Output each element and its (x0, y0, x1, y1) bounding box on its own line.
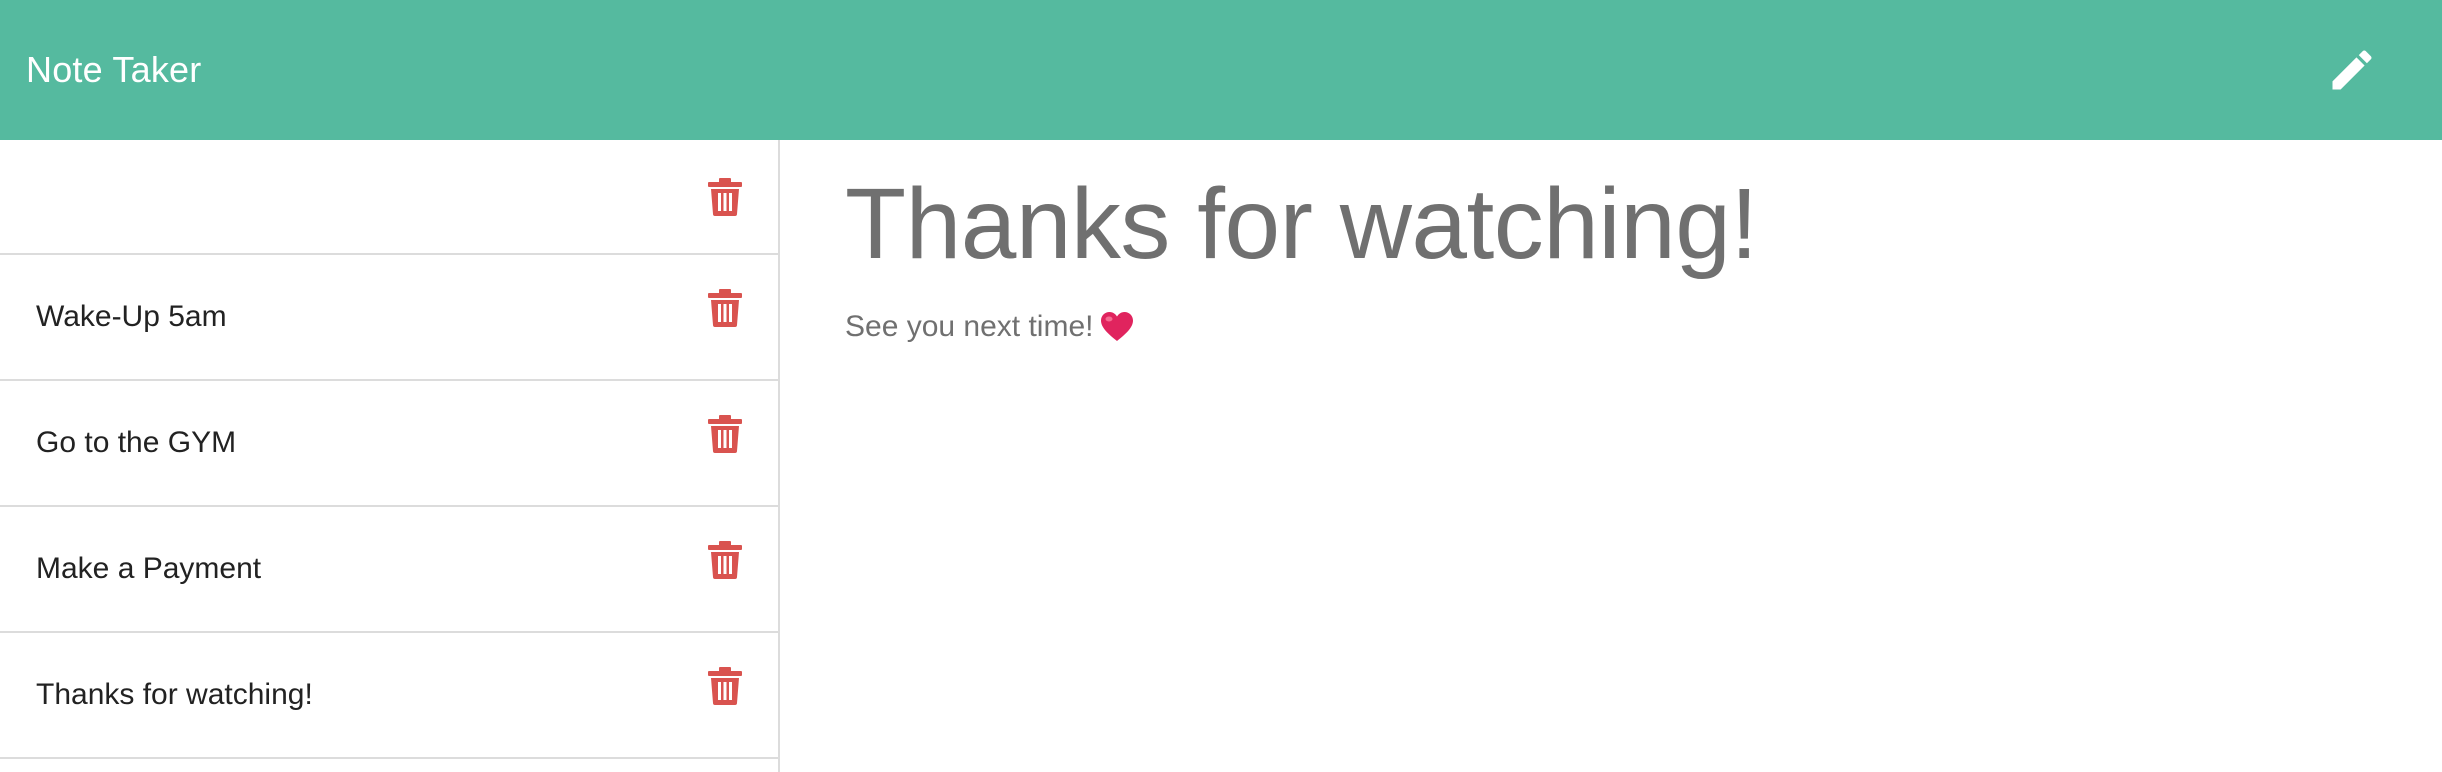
note-title[interactable]: Thanks for watching! (845, 174, 2405, 274)
note-list-title: Wake-Up 5am (36, 300, 227, 333)
list-item[interactable] (0, 140, 778, 255)
note-textarea[interactable]: See you next time! (845, 310, 2405, 344)
trash-icon[interactable] (708, 289, 742, 327)
note-list-title: Thanks for watching! (36, 678, 313, 711)
navbar: Note Taker (0, 0, 2442, 140)
heart-icon (1101, 312, 1134, 342)
list-item[interactable]: Wake-Up 5am (0, 255, 778, 381)
note-text: See you next time! (845, 310, 1094, 343)
brand-title[interactable]: Note Taker (26, 49, 201, 91)
list-item[interactable]: Thanks for watching! (0, 633, 778, 759)
trash-icon[interactable] (708, 541, 742, 579)
note-editor: Thanks for watching! See you next time! (845, 140, 2405, 772)
pencil-icon[interactable] (2322, 40, 2382, 100)
trash-icon[interactable] (708, 178, 742, 216)
list-item[interactable]: Go to the GYM (0, 381, 778, 507)
trash-icon[interactable] (708, 667, 742, 705)
list-item[interactable]: Make a Payment (0, 507, 778, 633)
note-list-title: Make a Payment (36, 552, 262, 585)
note-list-title: Go to the GYM (36, 426, 237, 459)
notes-list: Wake-Up 5am Go to the GYM Make a Payment… (0, 140, 780, 772)
trash-icon[interactable] (708, 415, 742, 453)
